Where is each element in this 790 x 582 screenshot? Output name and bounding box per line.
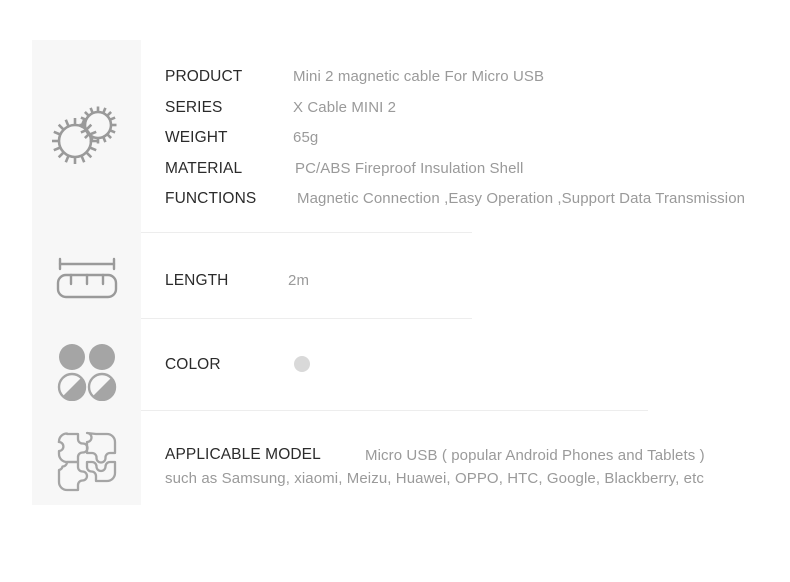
spec-label-color: COLOR <box>165 356 221 373</box>
spec-label-applicable-model: APPLICABLE MODEL <box>165 446 321 463</box>
spec-value-material: PC/ABS Fireproof Insulation Shell <box>295 160 524 177</box>
spec-value-applicable-model: Micro USB ( popular Android Phones and T… <box>365 447 705 464</box>
product-spec-sheet: PRODUCT Mini 2 magnetic cable For Micro … <box>0 0 790 582</box>
spec-label-product: PRODUCT <box>165 68 243 85</box>
spec-label-length: LENGTH <box>165 272 229 289</box>
spec-value-length: 2m <box>288 272 310 289</box>
spec-value-applicable-model-sub: such as Samsung, xiaomi, Meizu, Huawei, … <box>165 470 704 487</box>
divider-2 <box>141 318 472 319</box>
spec-value-product: Mini 2 magnetic cable For Micro USB <box>293 68 545 85</box>
spec-label-series: SERIES <box>165 99 223 116</box>
spec-value-weight: 65g <box>293 129 319 146</box>
spec-label-functions: FUNCTIONS <box>165 190 257 207</box>
spec-label-material: MATERIAL <box>165 160 243 177</box>
divider-1 <box>141 232 472 233</box>
spec-value-series: X Cable MINI 2 <box>293 99 397 116</box>
spec-label-weight: WEIGHT <box>165 129 228 146</box>
spec-rows: PRODUCT Mini 2 magnetic cable For Micro … <box>0 0 790 582</box>
divider-3 <box>141 410 648 411</box>
spec-value-functions: Magnetic Connection ,Easy Operation ,Sup… <box>297 190 746 207</box>
color-swatch[interactable] <box>294 356 310 372</box>
